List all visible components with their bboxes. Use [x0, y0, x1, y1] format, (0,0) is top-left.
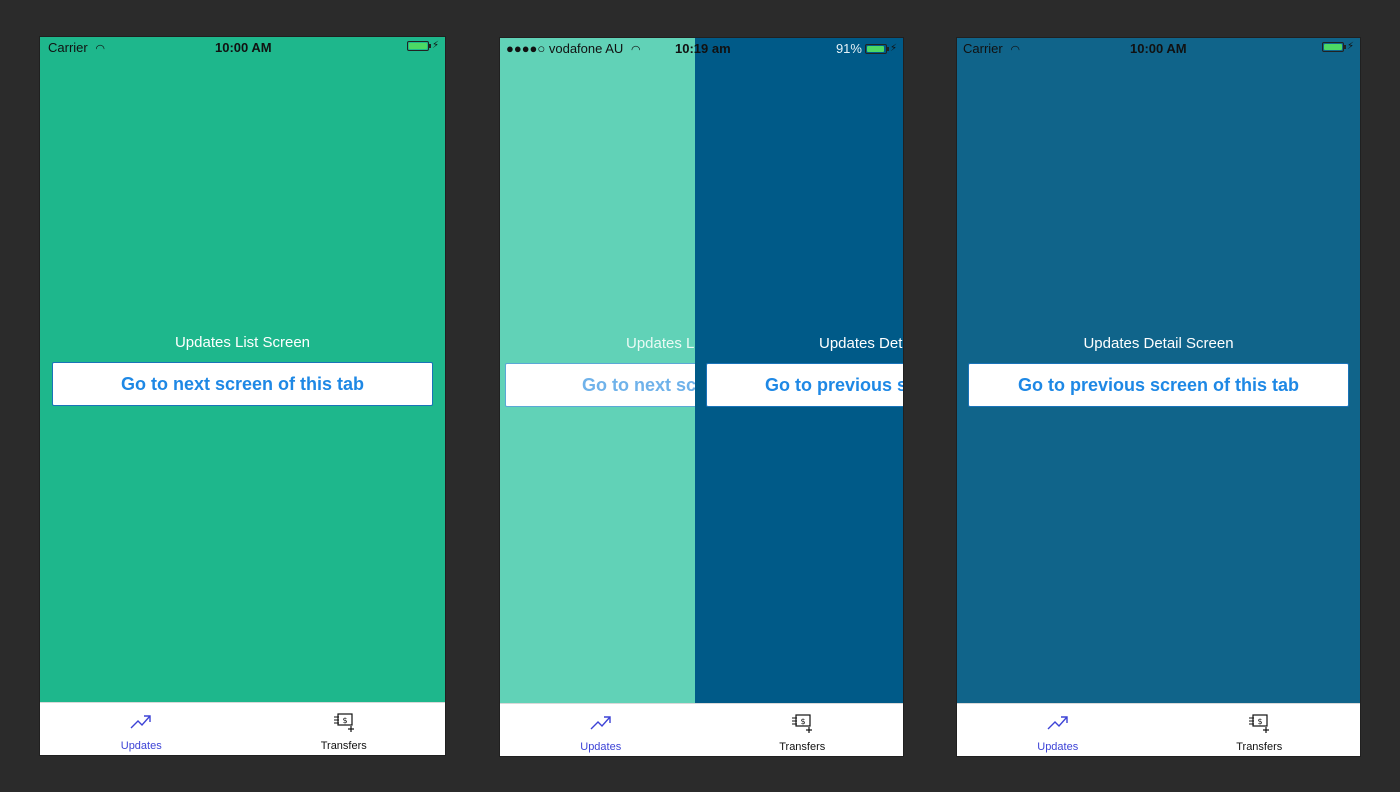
- tab-bar: Updates $ Transfers: [40, 702, 445, 755]
- phone-updates-detail: Carrier ◠ 10:00 AM ⚡ Updates Detail Scre…: [957, 38, 1360, 756]
- status-time: 10:19 am: [675, 41, 731, 56]
- svg-text:$: $: [1258, 717, 1263, 726]
- charging-icon: ⚡: [889, 43, 897, 54]
- battery-percent: 91%: [835, 41, 862, 56]
- wifi-icon: ◠: [95, 43, 105, 55]
- carrier-name: Carrier: [48, 40, 88, 55]
- svg-text:$: $: [342, 716, 347, 725]
- battery-icon: [406, 40, 431, 51]
- carrier-name: Carrier: [963, 41, 1003, 56]
- status-time: 10:00 AM: [215, 40, 272, 55]
- charging-icon: ⚡: [1346, 41, 1354, 52]
- back-next-screen-button: Go to next scr: [505, 363, 695, 407]
- wifi-icon: ◠: [630, 44, 641, 56]
- money-transfer-icon: $: [792, 714, 813, 733]
- charging-icon: ⚡: [431, 40, 439, 51]
- back-screen-title: Updates L: [626, 335, 695, 352]
- battery-icon: [864, 43, 889, 54]
- wifi-icon: ◠: [1010, 44, 1020, 56]
- screen-title: Updates Detail Screen: [1083, 335, 1234, 352]
- tab-updates[interactable]: Updates: [500, 704, 702, 756]
- trending-up-icon: [1047, 716, 1068, 730]
- tab-transfers[interactable]: $ Transfers: [702, 704, 904, 756]
- tab-label: Updates: [120, 740, 162, 752]
- previous-screen-button[interactable]: Go to previous sc: [706, 363, 903, 407]
- svg-text:$: $: [801, 717, 806, 726]
- back-screen: Updates L Go to next scr: [500, 38, 695, 704]
- trending-up-icon: [130, 715, 151, 729]
- status-bar: Carrier ◠ 10:00 AM ⚡: [957, 38, 1360, 58]
- tab-updates[interactable]: Updates: [40, 703, 243, 755]
- trending-up-icon: [590, 716, 611, 730]
- phone-transition: Updates L Go to next scr Updates Det Go …: [500, 38, 903, 756]
- front-screen: Updates Det Go to previous sc: [695, 38, 903, 704]
- next-screen-button[interactable]: Go to next screen of this tab: [52, 362, 433, 406]
- tab-bar: Updates $ Transfers: [500, 703, 903, 756]
- tab-label: Updates: [1037, 741, 1079, 753]
- tab-label: Transfers: [779, 741, 826, 753]
- tab-label: Updates: [580, 741, 622, 753]
- money-transfer-icon: $: [333, 713, 354, 732]
- phone-updates-list: Carrier ◠ 10:00 AM ⚡ Updates List Screen…: [40, 37, 445, 755]
- status-bar: Carrier ◠ 10:00 AM ⚡: [40, 37, 445, 57]
- battery-icon: [1321, 41, 1346, 52]
- screen-title: Updates List Screen: [174, 334, 311, 351]
- front-screen-title: Updates Det: [819, 335, 903, 352]
- status-bar: ●●●●○ vodafone AU ◠ 10:19 am 91% ⚡: [500, 38, 903, 58]
- carrier-name: ●●●●○ vodafone AU: [506, 41, 624, 56]
- money-transfer-icon: $: [1249, 714, 1270, 733]
- previous-screen-button[interactable]: Go to previous screen of this tab: [968, 363, 1349, 407]
- tab-bar: Updates $ Transfers: [957, 703, 1360, 756]
- tab-updates[interactable]: Updates: [957, 704, 1159, 756]
- tab-transfers[interactable]: $ Transfers: [243, 703, 446, 755]
- tab-label: Transfers: [1236, 741, 1283, 753]
- status-time: 10:00 AM: [1130, 41, 1187, 56]
- tab-label: Transfers: [320, 740, 367, 752]
- tab-transfers[interactable]: $ Transfers: [1159, 704, 1361, 756]
